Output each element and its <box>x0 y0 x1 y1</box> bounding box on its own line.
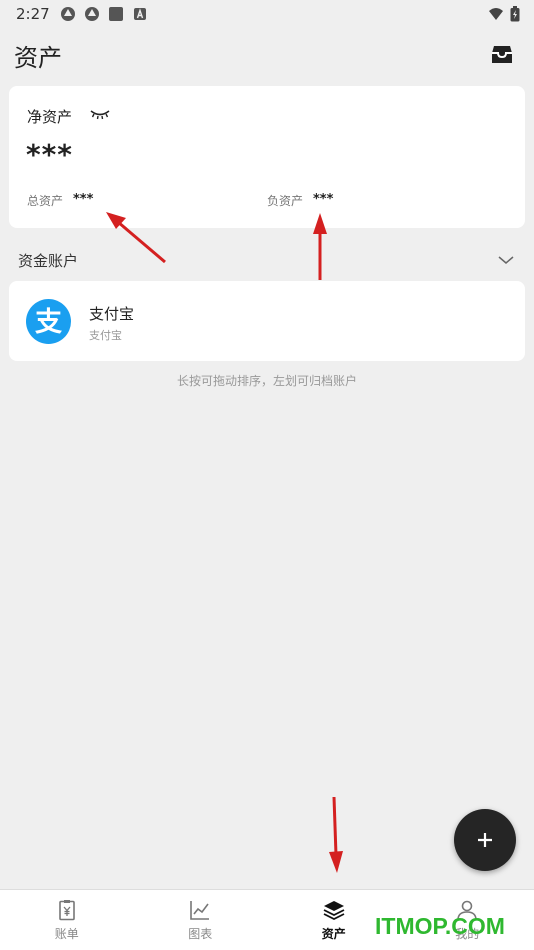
app-bar: 资产 <box>0 28 534 80</box>
eye-closed-icon[interactable] <box>89 108 111 120</box>
nav-label: 图表 <box>188 927 213 941</box>
wifi-icon <box>489 8 503 20</box>
net-assets-value: *** <box>26 138 73 171</box>
status-notification-icons <box>60 6 148 22</box>
status-time: 2:27 <box>16 5 50 23</box>
watermark-text: ITMOP.COM <box>375 913 505 939</box>
liabilities-value: *** <box>313 192 334 207</box>
square-app-icon <box>108 7 123 21</box>
alipay-logo-icon: 支 <box>26 299 71 344</box>
battery-icon <box>510 6 520 22</box>
drag-hint-text: 长按可拖动排序，左划可归档账户 <box>176 374 357 388</box>
account-subtitle: 支付宝 <box>89 329 122 342</box>
nav-item-bills[interactable]: 账单 <box>0 890 134 950</box>
chart-icon <box>190 901 210 920</box>
page-title: 资产 <box>14 44 62 72</box>
chevron-down-icon[interactable] <box>498 252 514 268</box>
layers-icon <box>323 901 345 921</box>
add-button[interactable] <box>454 809 516 871</box>
status-system-icons <box>488 6 520 22</box>
plus-icon <box>478 833 492 847</box>
nav-item-charts[interactable]: 图表 <box>134 890 268 950</box>
aperture-icon <box>60 7 75 21</box>
accounts-section-header[interactable]: 资金账户 <box>0 240 534 278</box>
total-assets-value: *** <box>73 192 94 207</box>
alipay-logo-char: 支 <box>35 307 62 338</box>
liabilities-label: 负资产 <box>267 194 304 208</box>
aperture-icon <box>84 7 99 21</box>
net-assets-label: 净资产 <box>27 108 73 126</box>
accounts-section-title: 资金账户 <box>18 252 79 270</box>
nav-label: 账单 <box>54 927 79 941</box>
a-badge-icon <box>133 8 146 20</box>
arrow-assets-tab <box>329 796 343 873</box>
status-bar: 2:27 <box>0 0 534 28</box>
inbox-icon[interactable] <box>488 40 516 68</box>
nav-label: 资产 <box>321 927 346 941</box>
net-assets-card: 净资产 *** 总资产 *** 负资产 *** <box>9 86 525 228</box>
account-item-alipay[interactable]: 支 支付宝 支付宝 <box>9 281 525 361</box>
account-name: 支付宝 <box>89 305 135 323</box>
total-assets-label: 总资产 <box>27 194 64 208</box>
clipboard-yen-icon <box>58 900 75 921</box>
